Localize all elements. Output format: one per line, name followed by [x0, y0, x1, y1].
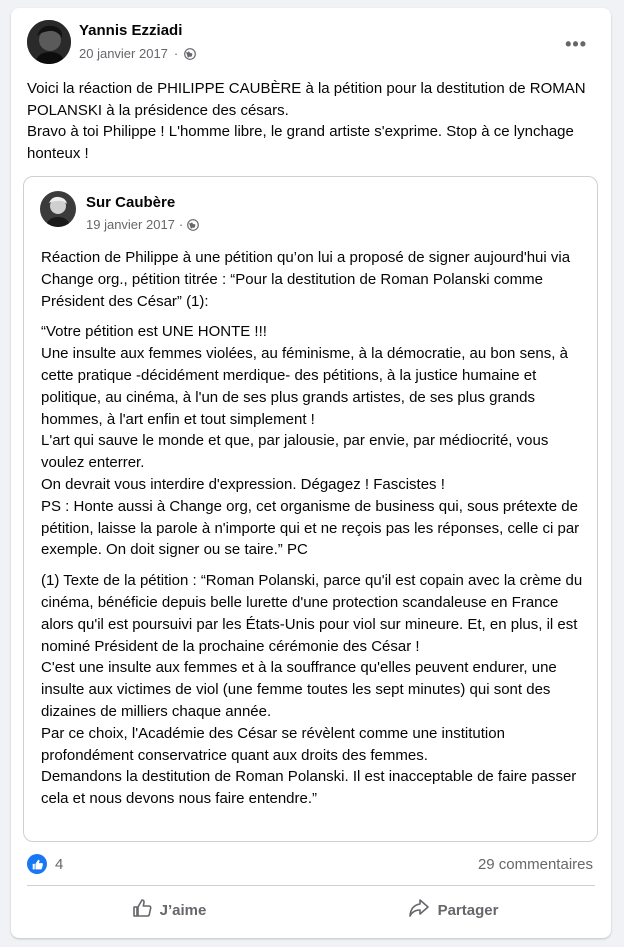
action-bar: J’aime Partager	[27, 890, 595, 930]
shared-author-avatar[interactable]	[40, 191, 76, 227]
author-name[interactable]: Yannis Ezziadi	[79, 22, 182, 39]
like-button[interactable]: J’aime	[27, 890, 311, 930]
author-avatar[interactable]	[27, 20, 71, 64]
shared-body: Réaction de Philippe à une pétition qu’o…	[41, 247, 583, 819]
like-count[interactable]: 4	[55, 856, 63, 873]
post-card: Yannis Ezziadi 20 janvier 2017 · ••• Voi…	[11, 8, 611, 938]
shared-post[interactable]: Sur Caubère 19 janvier 2017 · Réaction d…	[23, 176, 598, 842]
more-icon[interactable]: •••	[565, 34, 587, 55]
post-header: Yannis Ezziadi 20 janvier 2017 · •••	[27, 20, 595, 68]
actions-divider	[27, 885, 595, 886]
like-label: J’aime	[159, 901, 207, 919]
post-text-line: Bravo à toi Philippe ! L'homme libre, le…	[27, 123, 574, 162]
shared-author-name[interactable]: Sur Caubère	[86, 194, 175, 211]
share-arrow-icon	[408, 898, 430, 922]
shared-paragraph: (1) Texte de la pétition : “Roman Polans…	[41, 572, 583, 808]
meta-separator: ·	[178, 217, 184, 232]
comment-count[interactable]: 29 commentaires	[478, 856, 593, 873]
shared-paragraph: “Votre pétition est UNE HONTE !!! Une in…	[41, 323, 580, 559]
like-reaction-icon[interactable]	[27, 854, 47, 874]
shared-paragraph: Réaction de Philippe à une pétition qu’o…	[41, 249, 571, 310]
post-date[interactable]: 20 janvier 2017	[79, 46, 168, 61]
globe-icon	[187, 218, 200, 231]
share-label: Partager	[437, 901, 499, 919]
meta-separator: ·	[173, 46, 179, 61]
post-text: Voici la réaction de PHILIPPE CAUBÈRE à …	[27, 78, 593, 164]
shared-date[interactable]: 19 janvier 2017	[86, 217, 175, 232]
thumbs-up-icon	[132, 898, 152, 922]
post-stats: 4 29 commentaires	[27, 854, 593, 878]
post-text-line: Voici la réaction de PHILIPPE CAUBÈRE à …	[27, 80, 586, 119]
globe-icon	[184, 47, 197, 60]
post-meta: 20 janvier 2017 ·	[79, 46, 197, 61]
shared-meta: 19 janvier 2017 ·	[86, 217, 200, 232]
share-button[interactable]: Partager	[311, 890, 595, 930]
